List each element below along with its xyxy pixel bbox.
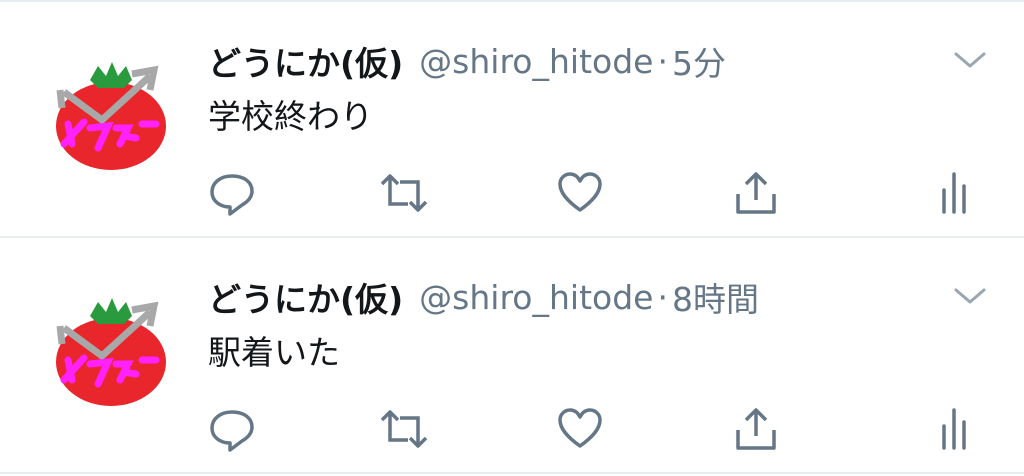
share-icon[interactable]	[732, 406, 780, 452]
timeline: どうにか(仮) @shiro_hitode · 5分 学校終わり どうにか(仮)…	[0, 0, 1024, 476]
tweet-text: 学校終わり	[208, 97, 373, 136]
display-name[interactable]: どうにか(仮)	[208, 273, 403, 321]
analytics-icon[interactable]	[936, 170, 984, 216]
tweet-header: どうにか(仮) @shiro_hitode · 8時間	[208, 272, 759, 322]
separator-dot: ·	[657, 41, 668, 81]
timestamp[interactable]: 5分	[672, 37, 726, 85]
chevron-down-icon[interactable]	[952, 46, 988, 74]
reply-icon[interactable]	[208, 406, 256, 452]
separator-dot: ·	[657, 277, 668, 317]
tweet-header: どうにか(仮) @shiro_hitode · 5分	[208, 36, 726, 86]
timestamp[interactable]: 8時間	[672, 273, 759, 321]
divider-bottom	[0, 472, 1024, 474]
reply-icon[interactable]	[208, 170, 256, 216]
user-handle[interactable]: @shiro_hitode	[419, 42, 653, 81]
tweet[interactable]: どうにか(仮) @shiro_hitode · 5分 学校終わり	[0, 2, 1024, 236]
share-icon[interactable]	[732, 170, 780, 216]
chevron-down-icon[interactable]	[952, 282, 988, 310]
heart-icon[interactable]	[556, 170, 604, 216]
avatar[interactable]	[50, 288, 172, 410]
user-handle[interactable]: @shiro_hitode	[419, 278, 653, 317]
analytics-icon[interactable]	[936, 406, 984, 452]
tweet-text: 駅着いた	[208, 333, 340, 372]
tweet[interactable]: どうにか(仮) @shiro_hitode · 8時間 駅着いた	[0, 238, 1024, 472]
retweet-icon[interactable]	[380, 170, 428, 216]
avatar[interactable]	[50, 52, 172, 174]
action-bar	[0, 406, 1024, 452]
display-name[interactable]: どうにか(仮)	[208, 37, 403, 85]
retweet-icon[interactable]	[380, 406, 428, 452]
action-bar	[0, 170, 1024, 216]
heart-icon[interactable]	[556, 406, 604, 452]
